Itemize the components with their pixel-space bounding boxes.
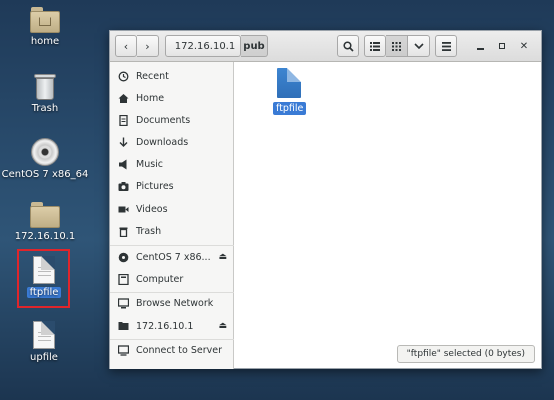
desktop-icon-centos[interactable]: CentOS 7 x86_64	[0, 138, 90, 180]
chevron-right-icon: ›	[145, 39, 150, 53]
forward-button[interactable]: ›	[137, 35, 159, 57]
desktop-icon-label: Trash	[31, 103, 59, 114]
minimize-icon	[476, 48, 484, 50]
sidebar-item-music[interactable]: Music	[110, 154, 234, 174]
file-item-label[interactable]: ftpfile	[273, 102, 307, 115]
desktop-icon-upfile[interactable]: upfile	[0, 321, 89, 363]
sidebar-item-label: Connect to Server	[136, 344, 223, 356]
sidebar-item-connect-to-server[interactable]: Connect to Server	[110, 340, 234, 360]
sidebar-item-downloads[interactable]: Downloads	[110, 132, 234, 152]
close-button[interactable]: ✕	[516, 38, 532, 54]
camera-icon	[118, 181, 129, 192]
desktop-icon-label: upfile	[30, 352, 58, 363]
sidebar-item-label: Documents	[136, 114, 191, 126]
grid-view-button[interactable]	[386, 35, 408, 57]
maximize-button[interactable]	[494, 38, 510, 54]
file-manager-window: ‹ › 172.16.10.1 pub ✕ Recent Home Docume…	[109, 30, 542, 369]
clock-icon	[118, 71, 129, 82]
path-segment-pub[interactable]: pub	[241, 35, 268, 57]
desktop-icon-label: 172.16.10.1	[14, 231, 76, 242]
menu-button[interactable]	[435, 35, 457, 57]
trash-icon	[34, 72, 56, 100]
disc-icon	[31, 138, 59, 166]
chevron-left-icon: ‹	[123, 39, 129, 53]
eject-icon[interactable]: ⏏	[218, 252, 227, 262]
desktop-icon-network-share[interactable]: 172.16.10.1	[0, 202, 90, 242]
sidebar-item-recent[interactable]: Recent	[110, 66, 234, 86]
search-button[interactable]	[337, 35, 359, 57]
sidebar-item-label: CentOS 7 x86...	[136, 251, 211, 263]
server-folder-icon	[118, 321, 129, 332]
home-icon	[118, 93, 129, 104]
desktop-icon-label: home	[30, 36, 60, 47]
trash-icon	[118, 226, 129, 237]
sidebar-item-trash[interactable]: Trash	[110, 221, 234, 241]
document-icon	[33, 321, 55, 349]
view-options-button[interactable]	[408, 35, 430, 57]
desktop-icon-trash[interactable]: Trash	[0, 72, 90, 114]
file-view[interactable]: ftpfile "ftpfile" selected (0 bytes)	[235, 62, 541, 368]
sidebar-item-pictures[interactable]: Pictures	[110, 176, 234, 196]
download-icon	[118, 137, 129, 148]
search-icon	[342, 40, 354, 52]
menu-icon	[441, 41, 451, 51]
network-folder-icon	[30, 202, 60, 228]
sidebar-item-label: 172.16.10.1	[136, 320, 194, 332]
sidebar-item-label: Recent	[136, 70, 169, 82]
document-icon	[33, 256, 55, 284]
eject-icon[interactable]: ⏏	[218, 321, 227, 331]
computer-icon	[118, 273, 129, 285]
sidebar-item-label: Pictures	[136, 180, 174, 192]
sidebar-item-label: Browse Network	[136, 297, 214, 309]
sidebar-separator	[110, 245, 234, 246]
sidebar-item-browse-network[interactable]: Browse Network	[110, 293, 234, 313]
sidebar-item-home[interactable]: Home	[110, 88, 234, 108]
back-button[interactable]: ‹	[115, 35, 137, 57]
sidebar-item-centos-disc[interactable]: CentOS 7 x86... ⏏	[110, 247, 234, 267]
headerbar: ‹ › 172.16.10.1 pub ✕	[110, 31, 541, 62]
grid-view-icon	[392, 41, 401, 51]
desktop-icon-label: CentOS 7 x86_64	[1, 169, 89, 180]
sidebar-item-label: Music	[136, 158, 164, 170]
home-folder-icon	[30, 7, 60, 33]
video-icon	[118, 204, 129, 215]
document-icon[interactable]	[277, 68, 301, 98]
sidebar-item-documents[interactable]: Documents	[110, 110, 234, 130]
list-view-icon	[370, 41, 380, 51]
desktop-icon-ftpfile[interactable]: ftpfile	[0, 256, 89, 298]
sidebar-item-videos[interactable]: Videos	[110, 199, 234, 219]
desktop-icon-label: ftpfile	[26, 287, 62, 298]
sidebar-item-label: Downloads	[136, 136, 189, 148]
sidebar-item-label: Home	[136, 92, 165, 104]
minimize-button[interactable]	[472, 38, 488, 54]
sidebar: Recent Home Documents Downloads Music Pi…	[110, 62, 234, 369]
close-icon: ✕	[519, 40, 529, 52]
sidebar-item-label: Computer	[136, 273, 184, 285]
network-icon	[118, 297, 129, 309]
sidebar-item-label: Trash	[136, 225, 162, 237]
status-bar: "ftpfile" selected (0 bytes)	[396, 345, 535, 363]
documents-icon	[118, 114, 129, 126]
sidebar-item-label: Videos	[136, 203, 168, 215]
path-segment-label: pub	[243, 40, 265, 52]
path-segment-server[interactable]: 172.16.10.1	[165, 35, 241, 57]
sidebar-item-server[interactable]: 172.16.10.1 ⏏	[110, 316, 234, 336]
sidebar-item-computer[interactable]: Computer	[110, 269, 234, 289]
desktop-icon-home[interactable]: home	[0, 7, 90, 47]
maximize-icon	[499, 43, 505, 49]
disc-icon	[118, 252, 129, 263]
path-segment-label: 172.16.10.1	[174, 40, 236, 52]
list-view-button[interactable]	[364, 35, 386, 57]
connect-icon	[118, 344, 129, 356]
chevron-down-icon	[413, 43, 424, 49]
music-icon	[118, 159, 129, 170]
